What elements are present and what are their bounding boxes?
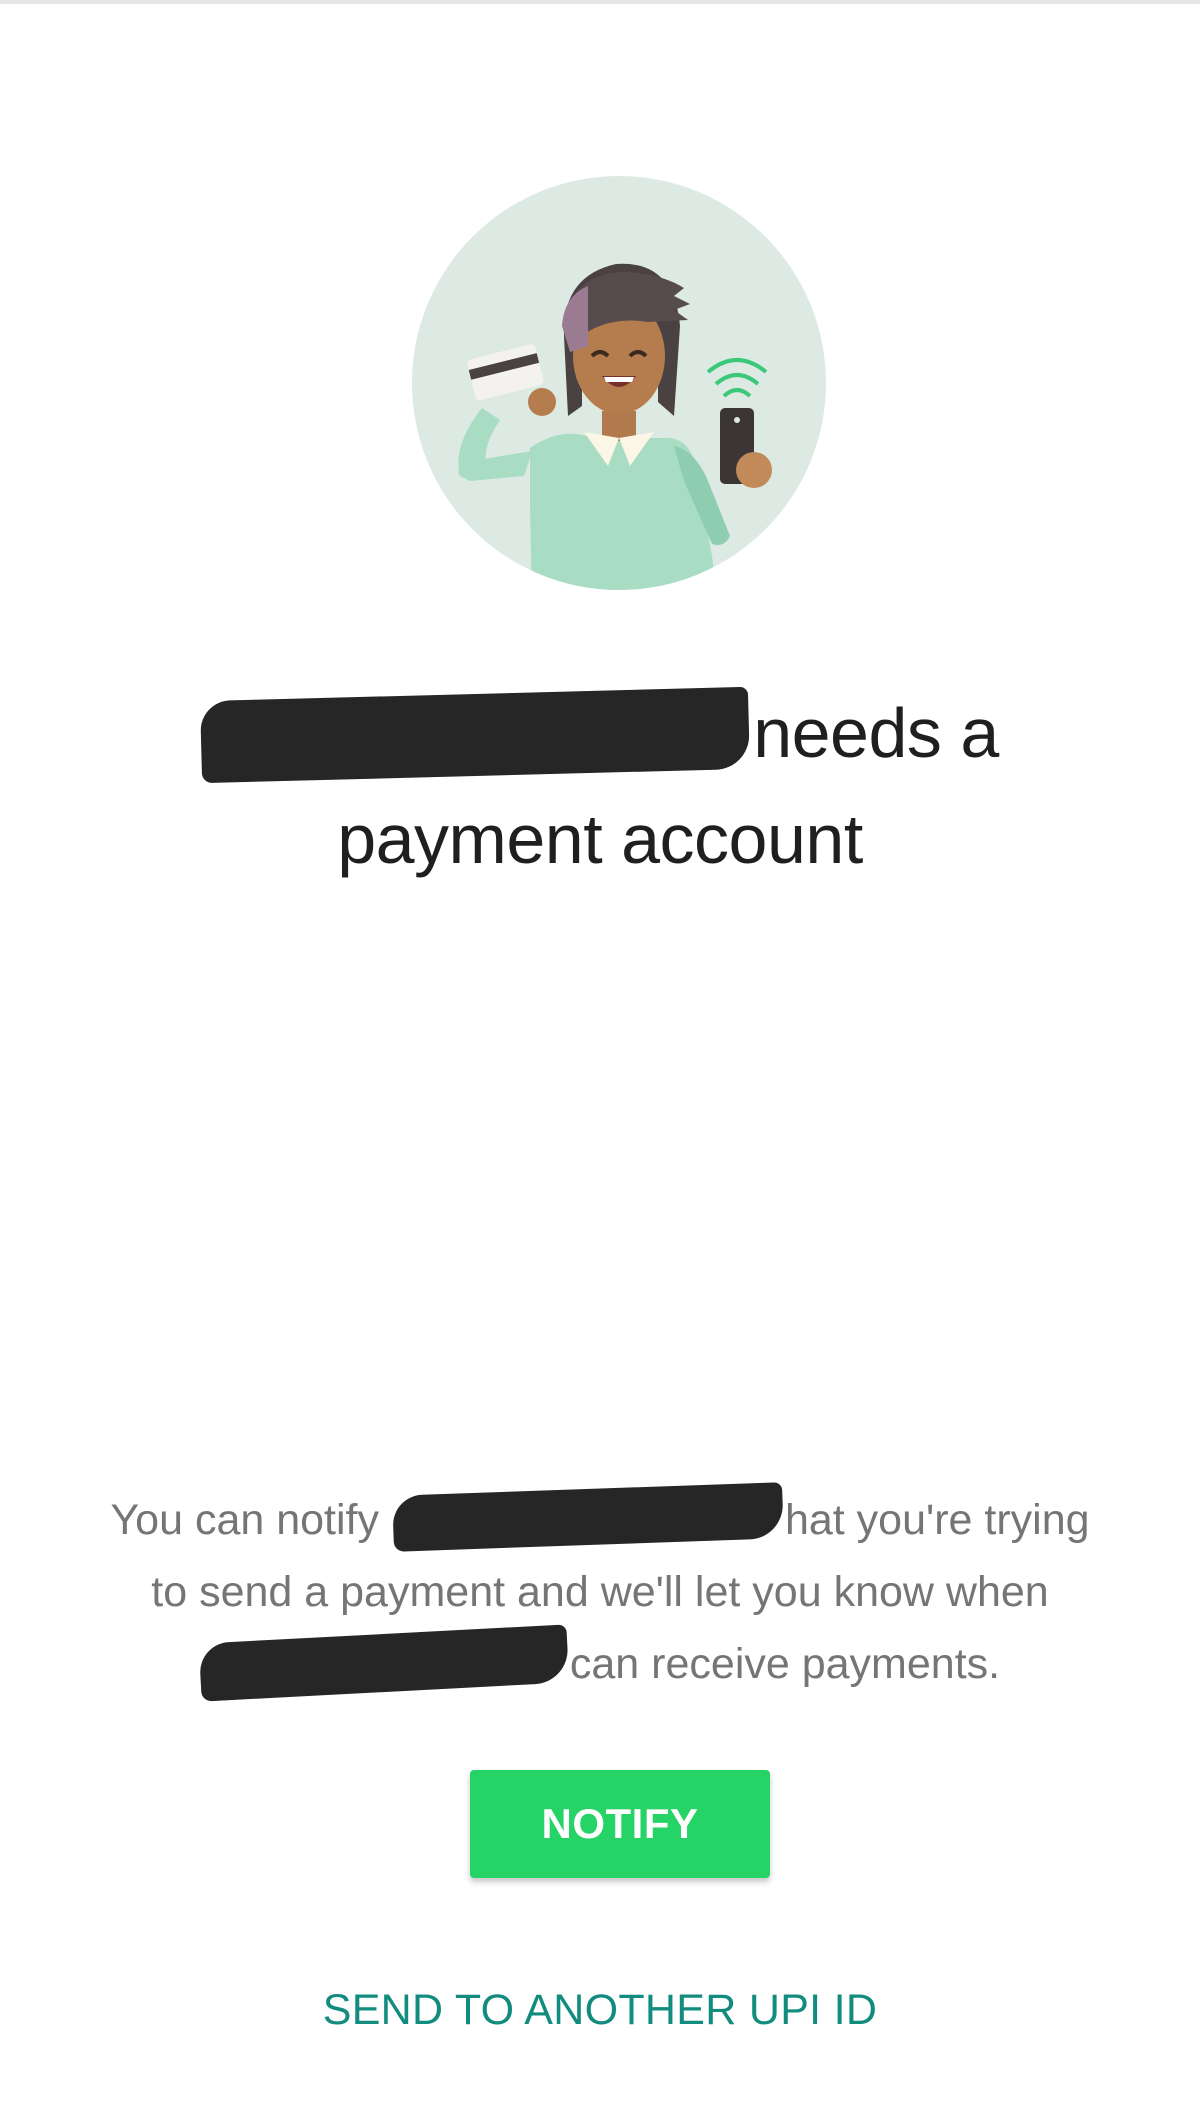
send-to-another-upi-id-link[interactable]: SEND TO ANOTHER UPI ID [250,1986,950,2035]
description-line-2: to send a payment and we'll let you know… [151,1568,1049,1616]
notify-button[interactable]: NOTIFY [470,1770,770,1878]
title-line-1: needs a [150,680,1050,786]
redacted-contact-name [200,686,751,783]
description-prefix: You can notify [110,1496,379,1544]
description-line-1: You can notify hat you're trying [90,1481,1110,1556]
notify-description: You can notify hat you're trying to send… [90,1481,1110,1702]
description-line-3: can receive payments. [90,1624,1110,1702]
description-suffix: hat you're trying [784,1496,1090,1544]
redacted-contact-name [392,1481,784,1552]
title-line-2: payment account [337,800,863,878]
title-suffix: needs a [753,694,999,772]
description-end: can receive payments. [569,1640,1001,1688]
status-edge [0,0,1200,4]
person-with-card-and-phone-illustration [412,176,826,590]
page-title: needs a payment account [150,680,1050,892]
redacted-contact-name [198,1624,570,1702]
payment-account-screen: needs a payment account You can notify h… [0,0,1200,2108]
